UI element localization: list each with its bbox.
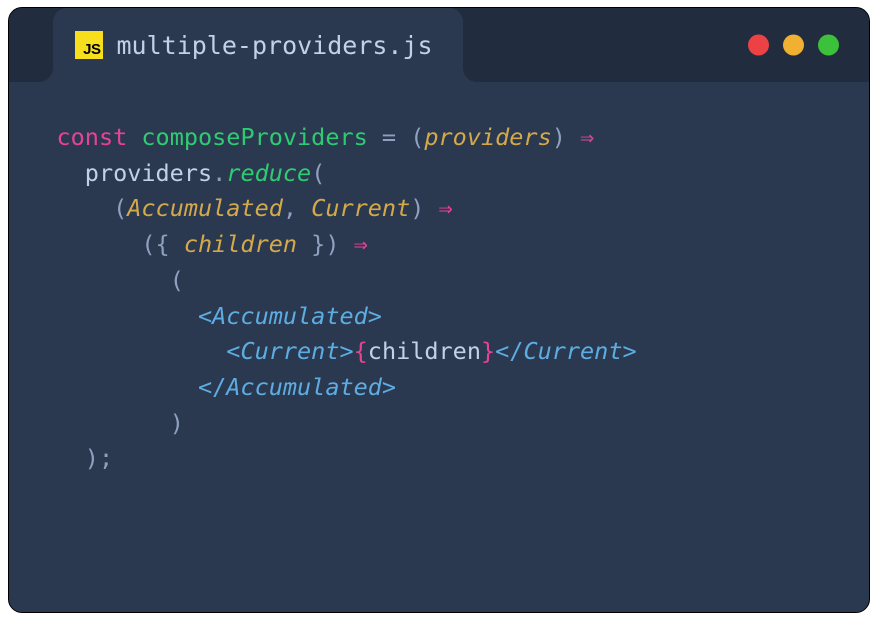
arrow: ⇒ [424, 194, 452, 222]
semicolon: ; [99, 444, 113, 472]
jsx-close: > [382, 373, 396, 401]
jsx-close: > [622, 337, 636, 365]
paren: ( [170, 266, 184, 294]
equals: = [368, 123, 410, 151]
comma: , [283, 194, 311, 222]
jsx-tag-current: Current [523, 337, 622, 365]
jsx-open: </ [198, 373, 226, 401]
jsx-expr-brace: } [481, 337, 495, 365]
jsx-open: </ [495, 337, 523, 365]
paren: ( [113, 194, 127, 222]
keyword-const: const [57, 123, 128, 151]
arrow: ⇒ [339, 230, 367, 258]
jsx-expr-brace: { [354, 337, 368, 365]
dot: . [212, 159, 226, 187]
tab-filename: multiple-providers.js [117, 31, 433, 60]
indent [57, 159, 85, 187]
method-reduce: reduce [226, 159, 311, 187]
paren: ( [311, 159, 325, 187]
indent [57, 266, 170, 294]
jsx-close: > [339, 337, 353, 365]
jsx-tag-accumulated: Accumulated [212, 302, 368, 330]
jsx-close: > [368, 302, 382, 330]
indent [57, 409, 170, 437]
paren: ( [141, 230, 155, 258]
jsx-open: < [226, 337, 240, 365]
identifier: providers [85, 159, 212, 187]
param-current: Current [311, 194, 410, 222]
window-controls [748, 35, 839, 56]
file-tab[interactable]: JS multiple-providers.js [53, 8, 463, 82]
paren: ) [552, 123, 566, 151]
maximize-icon[interactable] [818, 35, 839, 56]
titlebar: JS multiple-providers.js [9, 8, 869, 82]
param-providers: providers [424, 123, 551, 151]
brace: } [297, 230, 325, 258]
paren: ) [170, 409, 184, 437]
jsx-open: < [198, 302, 212, 330]
paren: ) [85, 444, 99, 472]
paren: ) [325, 230, 339, 258]
param-children: children [184, 230, 297, 258]
code-editor-window: JS multiple-providers.js const composePr… [8, 7, 870, 613]
indent [57, 337, 227, 365]
indent [57, 444, 85, 472]
brace: { [156, 230, 184, 258]
paren: ( [410, 123, 424, 151]
param-accumulated: Accumulated [127, 194, 283, 222]
indent [57, 230, 142, 258]
javascript-icon: JS [75, 31, 103, 59]
indent [57, 302, 198, 330]
code-content: const composeProviders = (providers) ⇒ p… [9, 82, 869, 515]
indent [57, 194, 114, 222]
minimize-icon[interactable] [783, 35, 804, 56]
jsx-tag-accumulated: Accumulated [226, 373, 382, 401]
indent [57, 373, 198, 401]
close-icon[interactable] [748, 35, 769, 56]
function-name: composeProviders [141, 123, 367, 151]
var-children: children [368, 337, 481, 365]
jsx-tag-current: Current [240, 337, 339, 365]
paren: ) [410, 194, 424, 222]
arrow: ⇒ [566, 123, 594, 151]
